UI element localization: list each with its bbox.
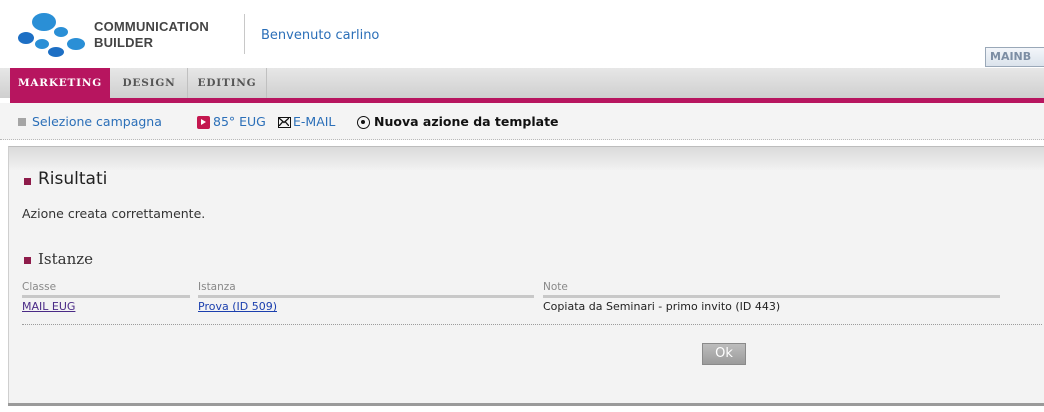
- ok-button[interactable]: Ok: [702, 343, 746, 365]
- brand-line-1: COMMUNICATION: [94, 19, 210, 34]
- row-istanza-link[interactable]: Prova (ID 509): [198, 300, 277, 313]
- tab-bar: MARKETING DESIGN EDITING: [0, 68, 1044, 98]
- campaign-icon: [197, 116, 210, 129]
- brand-name: COMMUNICATION BUILDER: [94, 19, 209, 51]
- result-message: Azione creata correttamente.: [22, 206, 206, 221]
- tab-design[interactable]: DESIGN: [111, 68, 188, 98]
- instances-title: Istanze: [38, 250, 94, 268]
- results-title: Risultati: [38, 169, 108, 189]
- panel-bottom-border: [8, 403, 1044, 406]
- breadcrumb-current: Nuova azione da template: [374, 114, 559, 129]
- brand-line-2: BUILDER: [94, 35, 154, 50]
- breadcrumb-email[interactable]: E-MAIL: [293, 114, 335, 129]
- tab-marketing[interactable]: MARKETING: [10, 68, 110, 98]
- content-panel: [8, 146, 1044, 405]
- column-header-classe: Classe: [22, 281, 190, 298]
- tab-editing[interactable]: EDITING: [188, 68, 267, 98]
- row-divider: [22, 324, 1042, 325]
- radio-dot-icon: [357, 116, 370, 129]
- envelope-icon: [278, 117, 291, 128]
- breadcrumb: Selezione campagna 85° EUG E-MAIL Nuova …: [0, 103, 1044, 140]
- welcome-text: Benvenuto carlino: [261, 28, 380, 43]
- column-header-note: Note: [543, 281, 1000, 298]
- section-marker-icon: [24, 257, 31, 264]
- main-badge[interactable]: MAINB: [985, 47, 1044, 67]
- communication-builder-logo: [18, 13, 85, 57]
- row-classe-link[interactable]: MAIL EUG: [22, 300, 75, 313]
- row-note: Copiata da Seminari - primo invito (ID 4…: [543, 300, 781, 313]
- breadcrumb-campaign[interactable]: 85° EUG: [213, 114, 266, 129]
- breadcrumb-campaign-selection[interactable]: Selezione campagna: [32, 114, 162, 129]
- column-header-istanza: Istanza: [198, 281, 534, 298]
- header: COMMUNICATION BUILDER Benvenuto carlino …: [0, 0, 1044, 68]
- section-marker-icon: [24, 178, 31, 185]
- panel-header-gradient: [9, 147, 1044, 171]
- bullet-square-icon: [18, 118, 26, 126]
- header-divider: [244, 14, 245, 54]
